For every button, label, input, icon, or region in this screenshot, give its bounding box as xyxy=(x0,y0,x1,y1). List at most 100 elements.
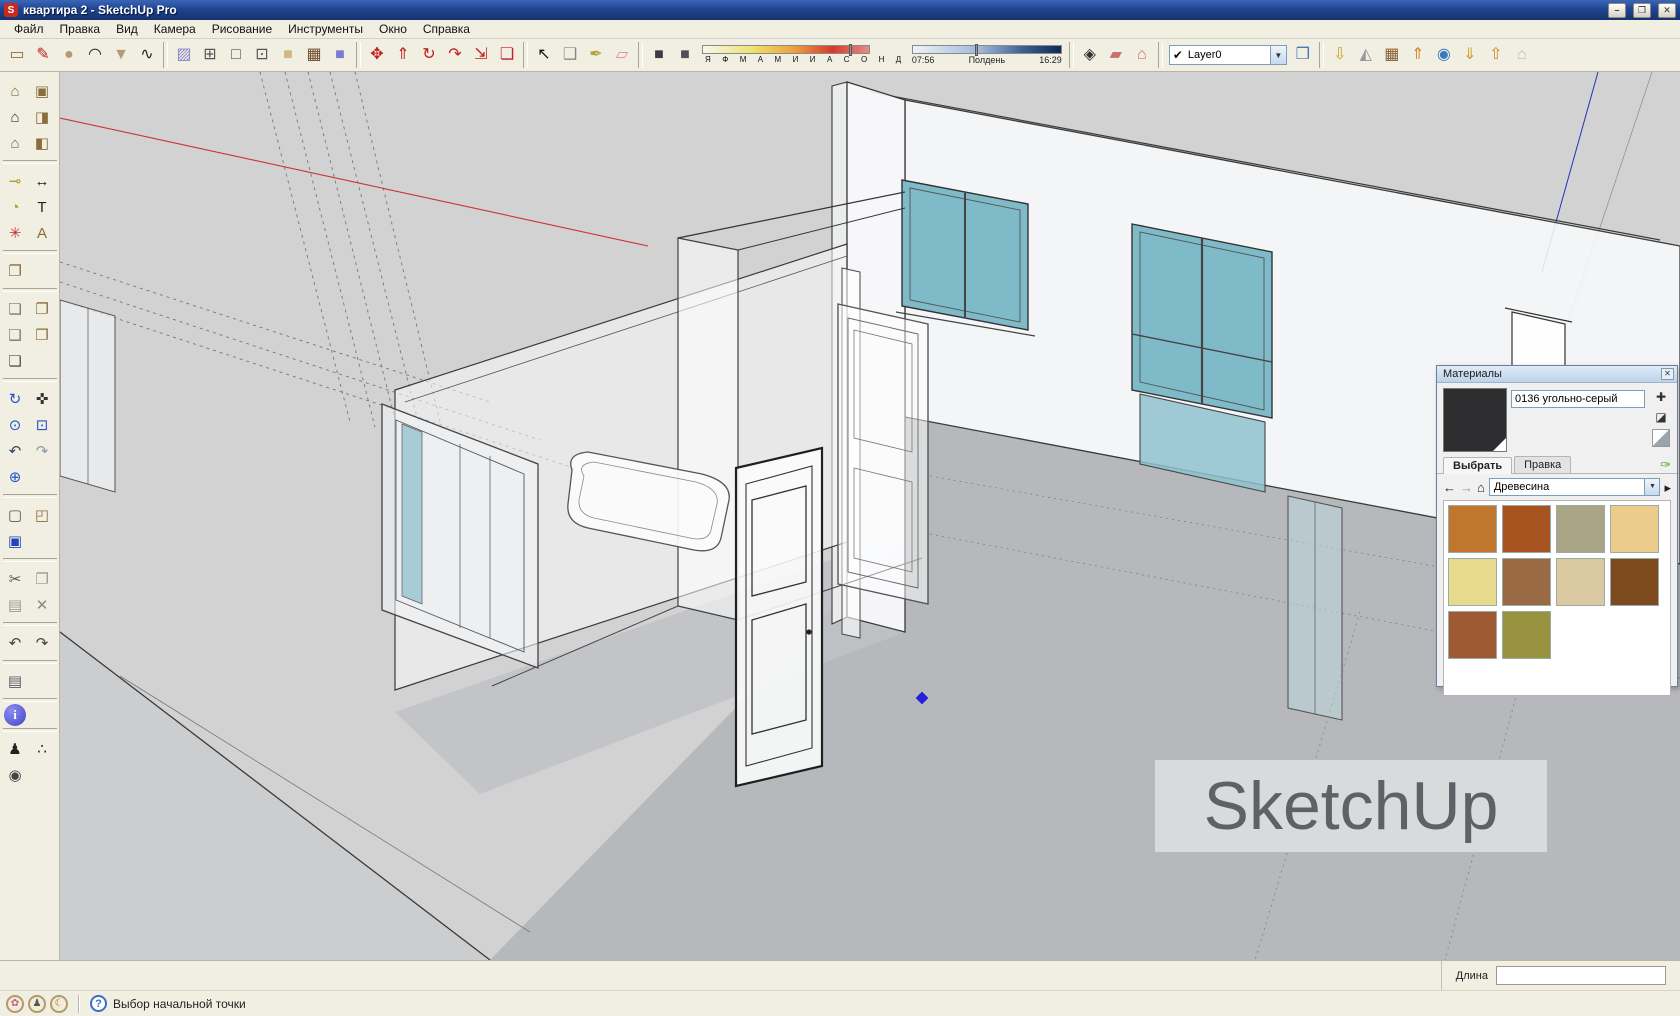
follow-me-tool[interactable]: ↷ xyxy=(442,42,468,68)
materials-close-icon[interactable]: ✕ xyxy=(1661,368,1674,380)
menu-draw[interactable]: Рисование xyxy=(204,21,280,37)
position-camera[interactable]: ♟ xyxy=(2,736,29,762)
menu-help[interactable]: Справка xyxy=(415,21,478,37)
material-swatch-2[interactable] xyxy=(1502,505,1551,553)
geolocation-status-icon[interactable]: ✿ xyxy=(6,995,24,1013)
open-file[interactable]: ◰ xyxy=(29,502,56,528)
tape-measure[interactable]: ⊸ xyxy=(2,168,29,194)
solid-trim[interactable]: ❒ xyxy=(29,322,56,348)
view-right[interactable]: ◨ xyxy=(29,104,56,130)
zoom-window-tool[interactable]: ⊡ xyxy=(29,412,56,438)
face-style-back-edges[interactable]: ⊞ xyxy=(197,42,223,68)
axes-tool[interactable]: ✳ xyxy=(2,220,29,246)
eyedropper-icon[interactable]: ✑ xyxy=(1660,457,1671,473)
get-models[interactable]: ⇓ xyxy=(1457,42,1483,68)
tab-edit[interactable]: Правка xyxy=(1514,456,1571,473)
preview-in-google-earth[interactable]: ⇑ xyxy=(1405,42,1431,68)
material-swatch-7[interactable] xyxy=(1556,558,1605,606)
select-tool[interactable]: ↖ xyxy=(531,42,557,68)
new-file[interactable]: ▢ xyxy=(2,502,29,528)
add-location[interactable]: ⇩ xyxy=(1327,42,1353,68)
look-around[interactable]: ◉ xyxy=(2,762,29,788)
sample-paint-icon[interactable] xyxy=(1652,429,1670,447)
share-component[interactable]: ⌂ xyxy=(1509,42,1535,68)
face-style-textured[interactable]: ▦ xyxy=(301,42,327,68)
section-plane-tool[interactable]: ▰ xyxy=(1103,42,1129,68)
maximize-button[interactable]: ❐ xyxy=(1633,3,1651,18)
pan-tool[interactable]: ✜ xyxy=(29,386,56,412)
shadow-date-slider[interactable]: Я Ф М А М И И А С О Н Д xyxy=(702,45,906,64)
menu-edit[interactable]: Правка xyxy=(52,21,109,37)
rotate-tool[interactable]: ↻ xyxy=(416,42,442,68)
forward-arrow-icon[interactable]: → xyxy=(1460,481,1473,494)
save-file[interactable]: ▣ xyxy=(2,528,29,554)
menu-file[interactable]: Файл xyxy=(6,21,52,37)
collection-dropdown-arrow-icon[interactable]: ▼ xyxy=(1644,479,1659,495)
model-info-button[interactable]: i xyxy=(4,704,26,726)
view-left[interactable]: ◧ xyxy=(29,130,56,156)
shadow-time-gradient[interactable] xyxy=(912,45,1062,54)
zoom-extents[interactable]: ⊕ xyxy=(2,464,29,490)
walk-tool[interactable]: ∴ xyxy=(29,736,56,762)
solid-intersect[interactable]: ❏ xyxy=(2,296,29,322)
credit-status-icon[interactable]: ♟ xyxy=(28,995,46,1013)
menu-tools[interactable]: Инструменты xyxy=(280,21,371,37)
shadow-toggle[interactable]: ■ xyxy=(672,42,698,68)
menu-view[interactable]: Вид xyxy=(108,21,146,37)
zoom-previous[interactable]: ↶ xyxy=(2,438,29,464)
paint-bucket-tool[interactable]: ✒ xyxy=(583,42,609,68)
solid-subtract[interactable]: ❑ xyxy=(2,322,29,348)
material-name-input[interactable] xyxy=(1511,390,1645,408)
paste[interactable]: ▤ xyxy=(2,592,29,618)
layer-combo[interactable]: ✔ Layer0 ▼ xyxy=(1169,45,1287,65)
help-icon[interactable]: ? xyxy=(90,995,107,1012)
delete[interactable]: ✕ xyxy=(29,592,56,618)
scale-tool[interactable]: ⇲ xyxy=(468,42,494,68)
shadow-date-handle[interactable] xyxy=(849,44,852,56)
layer-manager[interactable]: ❒ xyxy=(1290,42,1316,68)
menu-camera[interactable]: Камера xyxy=(146,21,204,37)
photo-textures[interactable]: ▦ xyxy=(1379,42,1405,68)
layer-dropdown-arrow-icon[interactable]: ▼ xyxy=(1270,46,1286,64)
solid-union[interactable]: ❐ xyxy=(29,296,56,322)
create-material-button[interactable]: ✚ xyxy=(1652,389,1670,405)
polygon-tool[interactable]: ▼ xyxy=(108,42,134,68)
back-arrow-icon[interactable]: ← xyxy=(1443,481,1456,494)
dimensions-tool[interactable]: ↔ xyxy=(29,168,56,194)
section-cuts-toggle[interactable]: ⌂ xyxy=(1129,42,1155,68)
north-compass[interactable]: ◈ xyxy=(1077,42,1103,68)
view-front[interactable]: ⌂ xyxy=(2,104,29,130)
material-swatch-8[interactable] xyxy=(1610,558,1659,606)
view-top[interactable]: ▣ xyxy=(29,78,56,104)
model-status-icon[interactable]: ☾ xyxy=(50,995,68,1013)
material-swatch-9[interactable] xyxy=(1448,611,1497,659)
redo[interactable]: ↷ xyxy=(29,630,56,656)
material-swatch-3[interactable] xyxy=(1556,505,1605,553)
offset-tool[interactable]: ❏ xyxy=(494,42,520,68)
material-swatch-1[interactable] xyxy=(1448,505,1497,553)
make-component[interactable]: ❑ xyxy=(557,42,583,68)
collection-dropdown[interactable]: Древесина ▼ xyxy=(1489,478,1661,496)
face-style-wireframe[interactable]: □ xyxy=(223,42,249,68)
toggle-terrain[interactable]: ◭ xyxy=(1353,42,1379,68)
share-model[interactable]: ⇧ xyxy=(1483,42,1509,68)
zoom-next[interactable]: ↷ xyxy=(29,438,56,464)
material-swatch-6[interactable] xyxy=(1502,558,1551,606)
minimize-button[interactable]: – xyxy=(1608,3,1626,18)
material-swatch-10[interactable] xyxy=(1502,611,1551,659)
line-tool[interactable]: ✎ xyxy=(30,42,56,68)
zoom-tool[interactable]: ⊙ xyxy=(2,412,29,438)
default-paint-button[interactable]: ◪ xyxy=(1652,409,1670,425)
shadow-settings[interactable]: ■ xyxy=(646,42,672,68)
menu-window[interactable]: Окно xyxy=(371,21,415,37)
3d-text-tool[interactable]: A xyxy=(29,220,56,246)
material-swatch-5[interactable] xyxy=(1448,558,1497,606)
orbit-tool[interactable]: ↻ xyxy=(2,386,29,412)
face-style-hidden-line[interactable]: ⊡ xyxy=(249,42,275,68)
shadow-time-handle[interactable] xyxy=(975,44,978,56)
protractor[interactable]: ◔ xyxy=(2,194,29,220)
cut[interactable]: ✂ xyxy=(2,566,29,592)
outer-shell-tool[interactable]: ❐ xyxy=(2,258,29,284)
length-input[interactable] xyxy=(1496,966,1666,985)
move-tool[interactable]: ✥ xyxy=(364,42,390,68)
